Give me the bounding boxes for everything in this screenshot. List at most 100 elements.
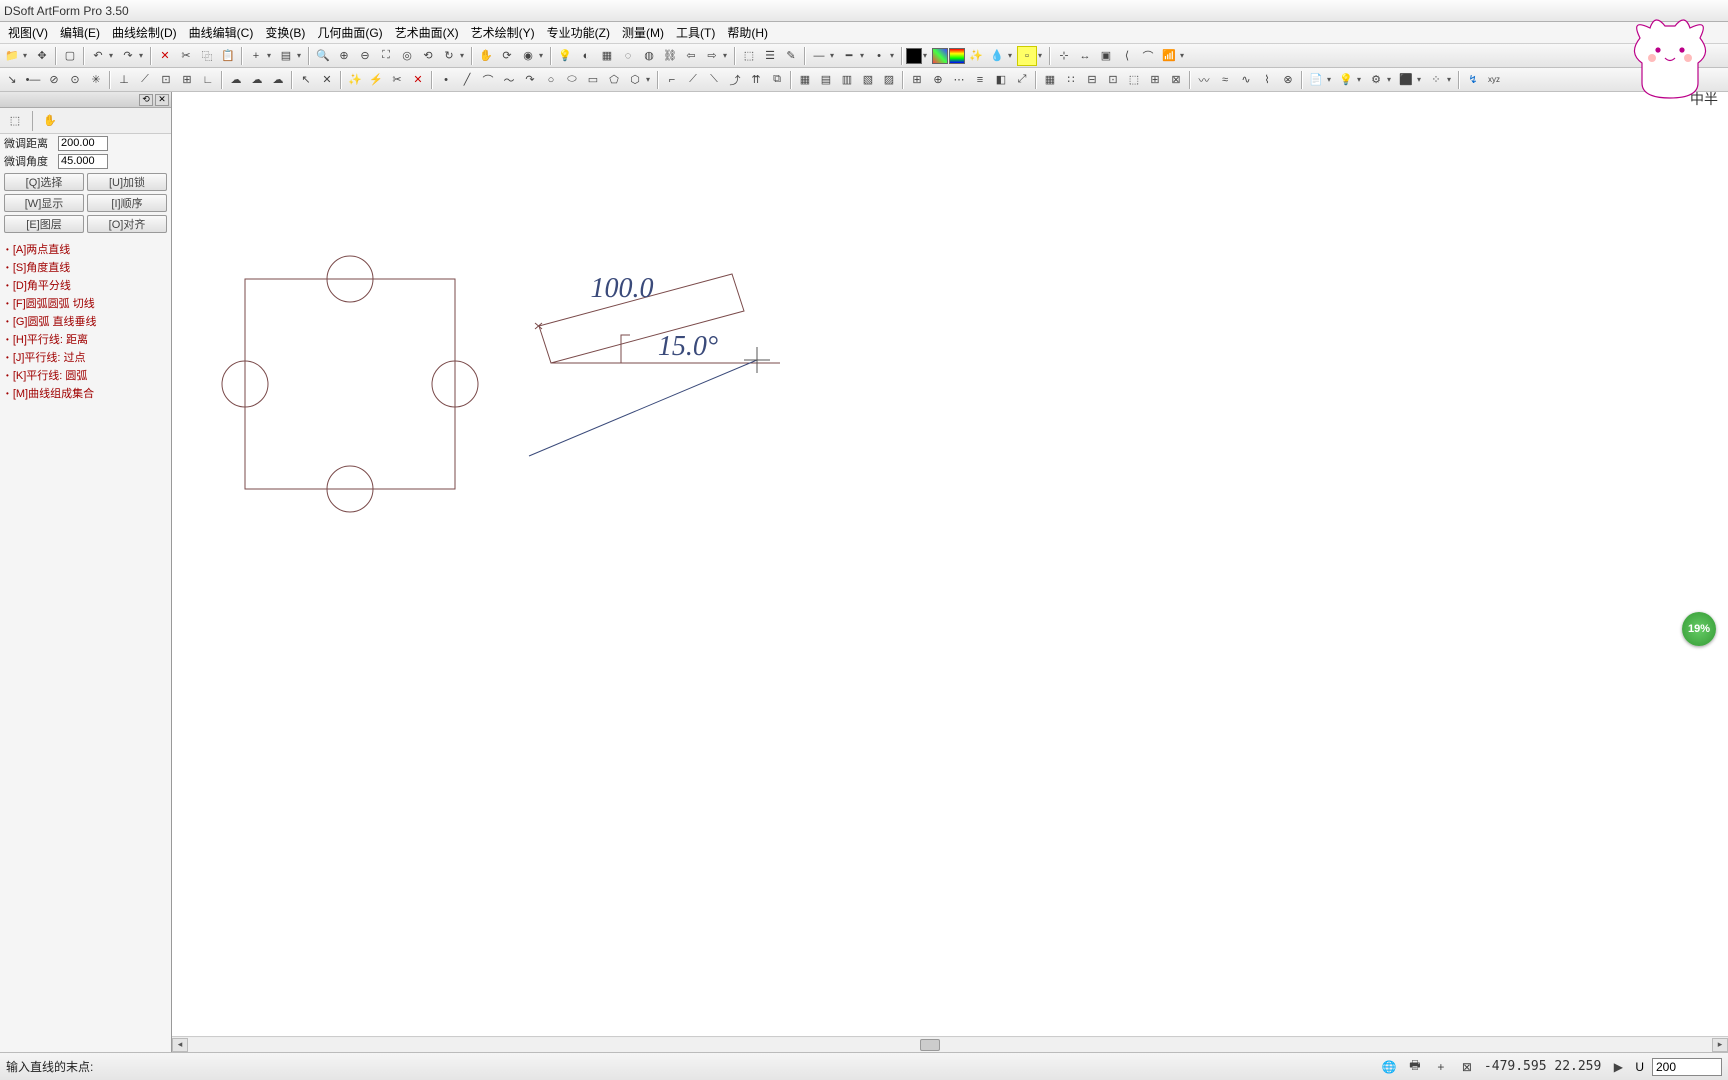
zoom-window-icon[interactable]: 🔍 [313,46,333,66]
btn-order[interactable]: [I]顺序 [87,194,167,212]
group4-icon[interactable]: ▧ [858,70,878,90]
arr-path-icon[interactable]: ⋯ [949,70,969,90]
draw-ellipse-icon[interactable]: ⬭ [562,70,582,90]
menu-measure[interactable]: 测量(M) [616,22,670,43]
menu-curve-edit[interactable]: 曲线编辑(C) [183,22,260,43]
status-plus-icon[interactable]: + [1432,1058,1450,1076]
draw-poly2-icon[interactable]: ⬡ [625,70,645,90]
tool-parallel-arc[interactable]: [K]平行线: 圆弧 [2,366,169,384]
draw-arc-icon[interactable]: ⌒ [478,70,498,90]
color-black-swatch[interactable] [906,48,922,64]
draw-circle-icon[interactable]: ○ [541,70,561,90]
color-palette-swatch[interactable] [949,48,965,64]
grid3-icon[interactable]: ⊟ [1082,70,1102,90]
cloud3-icon[interactable]: ☁ [268,70,288,90]
highlight-icon[interactable]: ▫ [1017,46,1037,66]
tool-arc-tangent[interactable]: [F]圆弧圆弧 切线 [2,294,169,312]
draw-wave-icon[interactable]: 〜 [499,70,519,90]
tool-curve-group[interactable]: [M]曲线组成集合 [2,384,169,402]
dim-arc-icon[interactable]: ⌒ [1138,46,1158,66]
draw-line-icon[interactable]: ╱ [457,70,477,90]
zoom-in-icon[interactable]: ⊕ [334,46,354,66]
cloud2-icon[interactable]: ☁ [247,70,267,90]
select-rect-icon[interactable]: ▢ [60,46,80,66]
next-icon[interactable]: ⇨ [702,46,722,66]
status-box-icon[interactable]: ⊠ [1458,1058,1476,1076]
snap-tan-icon[interactable]: ⟋ [135,70,155,90]
btn-select[interactable]: [Q]选择 [4,173,84,191]
snap-inter-icon[interactable]: ✳ [86,70,106,90]
cube-icon[interactable]: ⬛ [1396,70,1416,90]
tool-arc-perp[interactable]: [G]圆弧 直线垂线 [2,312,169,330]
panel-icon-2[interactable]: ✋ [39,110,61,132]
h-scrollbar[interactable]: ◂ ▸ [172,1036,1728,1052]
arr-polar-icon[interactable]: ⊕ [928,70,948,90]
list-icon[interactable]: ☰ [760,46,780,66]
zoom-all-icon[interactable]: ◎ [397,46,417,66]
pick-x-icon[interactable]: ✕ [317,70,337,90]
angle-input[interactable] [58,154,108,169]
tool-angle-line[interactable]: [S]角度直线 [2,258,169,276]
wave1-icon[interactable]: 〰 [1194,70,1214,90]
wave4-icon[interactable]: ⌇ [1257,70,1277,90]
edit-pencil-icon[interactable]: ✎ [781,46,801,66]
scale-icon[interactable]: ⤢ [1012,70,1032,90]
menu-view[interactable]: 视图(V) [2,22,54,43]
status-u-input[interactable] [1652,1058,1722,1076]
menu-art-surface[interactable]: 艺术曲面(X) [389,22,465,43]
signal-icon[interactable]: 📶 [1159,46,1179,66]
mirror-icon[interactable]: ◧ [991,70,1011,90]
zoom-out-icon[interactable]: ⊖ [355,46,375,66]
edit-chamfer-icon[interactable]: ⟋ [683,70,703,90]
panel-undock-icon[interactable]: ⟲ [139,94,153,106]
center-icon[interactable]: ⊹ [1054,46,1074,66]
menu-transform[interactable]: 变换(B) [259,22,311,43]
panel-icon-1[interactable]: ⬚ [4,110,26,132]
edit-fillet-icon[interactable]: ⌐ [662,70,682,90]
magic2-icon[interactable]: ⚡ [366,70,386,90]
shaded-icon[interactable]: ◐ [576,46,596,66]
snap-none-icon[interactable]: ⊘ [44,70,64,90]
snap-perp-icon[interactable]: ⊥ [114,70,134,90]
btn-align[interactable]: [O]对齐 [87,215,167,233]
scroll-left-icon[interactable]: ◂ [172,1038,188,1052]
group5-icon[interactable]: ▨ [879,70,899,90]
light-icon[interactable]: 💡 [555,46,575,66]
edit-offset-icon[interactable]: ⇈ [746,70,766,90]
edit-trim-icon[interactable]: ⟍ [704,70,724,90]
snap-end-icon[interactable]: ↘ [2,70,22,90]
grid4-icon[interactable]: ⊡ [1103,70,1123,90]
link-icon[interactable]: ⛓ [660,46,680,66]
dist-input[interactable] [58,136,108,151]
color-multi-swatch[interactable] [932,48,948,64]
menu-help[interactable]: 帮助(H) [721,22,774,43]
menu-geom-surface[interactable]: 几何曲面(G) [311,22,388,43]
menu-pro[interactable]: 专业功能(Z) [541,22,616,43]
snap-grid-icon[interactable]: ⊞ [177,70,197,90]
lineweight-icon[interactable]: ━ [839,46,859,66]
zoom-fit-icon[interactable]: ⛶ [376,46,396,66]
refresh-icon[interactable]: ↻ [439,46,459,66]
wireframe-icon[interactable]: ▦ [597,46,617,66]
group2-icon[interactable]: ▤ [816,70,836,90]
tool-bisector[interactable]: [D]角平分线 [2,276,169,294]
status-globe-icon[interactable]: 🌐 [1380,1058,1398,1076]
orbit-icon[interactable]: ◉ [518,46,538,66]
menu-edit[interactable]: 编辑(E) [54,22,106,43]
zoom-prev-icon[interactable]: ⟲ [418,46,438,66]
edit-extend-icon[interactable]: ⤴ [725,70,745,90]
endpoint-icon[interactable]: • [869,46,889,66]
menu-art-draw[interactable]: 艺术绘制(Y) [465,22,541,43]
open-icon[interactable]: 📁 [2,46,22,66]
dim-h-icon[interactable]: ↔ [1075,46,1095,66]
dim-angle-icon[interactable]: ⟨ [1117,46,1137,66]
dropper-icon[interactable]: 💧 [987,46,1007,66]
grid2-icon[interactable]: ∷ [1061,70,1081,90]
dots-icon[interactable]: ⁘ [1426,70,1446,90]
grid5-icon[interactable]: ⬚ [1124,70,1144,90]
menu-tools[interactable]: 工具(T) [670,22,721,43]
cloud1-icon[interactable]: ☁ [226,70,246,90]
draw-rect-icon[interactable]: ▭ [583,70,603,90]
btn-layer[interactable]: [E]图层 [4,215,84,233]
panel-close-icon[interactable]: ✕ [155,94,169,106]
